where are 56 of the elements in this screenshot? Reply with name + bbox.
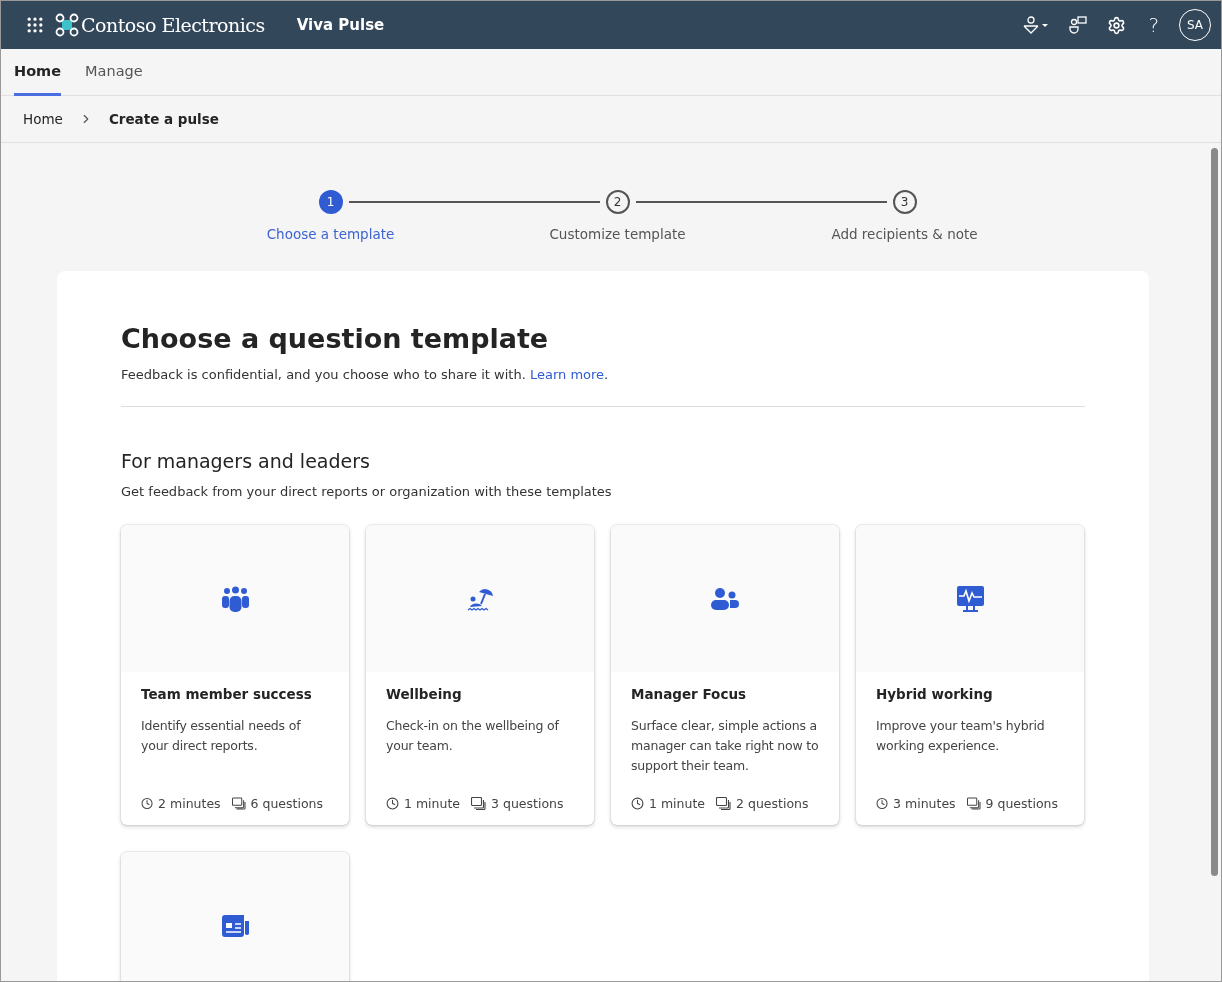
clock-icon [631,797,644,810]
template-card[interactable]: Manager Focus Surface clear, simple actions a manager can take right now to support their team. 1 minute 2 questions [611,525,839,825]
template-question-count: 2 questions [736,796,809,811]
app-launcher-icon[interactable] [25,15,45,35]
template-card[interactable]: Team member success Identify essential needs of your direct reports. 2 minutes 6 questions [121,525,349,825]
template-description: Check-in on the wellbeing of your team. [386,717,560,755]
template-title: Hybrid working [876,686,994,702]
learn-more-link[interactable]: Learn more [529,367,605,382]
breadcrumb-link[interactable]: Create a pulse [108,111,219,127]
step-label: Customize template [549,226,686,242]
step-number: 1 [318,190,343,214]
section-subtitle: Get feedback from your direct reports or organization with these templates [121,484,613,499]
feedback-icon[interactable] [1069,16,1088,34]
group-icon [221,585,249,612]
clock-icon [876,797,889,810]
page-subtitle: Feedback is confidential, and you choose who to share it with. Learn more. [121,367,610,382]
template-duration: 3 minutes [893,796,956,811]
newspaper-icon [221,914,249,937]
template-question-count: 6 questions [250,796,323,811]
clock-icon [386,797,399,810]
section-title: For managers and leaders [121,450,371,472]
template-title: Wellbeing [386,686,463,702]
step-label: Choose a template [266,226,395,242]
template-card[interactable]: Wellbeing Check-in on the wellbeing of your team. 1 minute 3 questions [366,525,594,825]
settings-icon[interactable] [1107,15,1127,35]
scrollbar-thumb[interactable] [1210,148,1218,876]
help-button[interactable]: ? [1148,13,1159,37]
template-question-count: 3 questions [491,796,564,811]
template-title: Manager Focus [631,686,748,702]
step-number: 3 [892,190,917,214]
step-number: 2 [605,190,630,214]
template-card[interactable]: Hybrid working Improve your team's hybrid working experience. 3 minutes 9 questions [856,525,1084,825]
questions-icon [966,797,981,810]
logo-icon [55,13,79,37]
questions-icon [231,797,246,810]
template-duration: 2 minutes [158,796,221,811]
template-duration: 1 minute [404,796,460,811]
questions-icon [471,797,486,810]
monitor-pulse-icon [956,585,984,612]
page-title: Choose a question template [121,323,550,354]
template-title: Team member success [141,686,313,702]
clock-icon [141,797,154,810]
account-icon[interactable] [1023,16,1050,34]
brand-name: Contoso Electronics [81,14,265,36]
nav-tab[interactable]: Manage [85,49,143,96]
template-description: Surface clear, simple actions a manager can take right now to support their team. [631,717,819,775]
people-icon [711,587,739,610]
breadcrumb-link[interactable]: Home [23,111,63,127]
template-description: Identify essential needs of your direct reports. [141,717,302,755]
template-duration: 1 minute [649,796,705,811]
app-name: Viva Pulse [296,16,385,34]
template-question-count: 9 questions [985,796,1058,811]
nav-tab[interactable]: Home [14,49,62,96]
questions-icon [716,797,731,810]
step-label: Add recipients & note [831,226,978,242]
template-description: Improve your team's hybrid working experience. [876,717,1046,755]
